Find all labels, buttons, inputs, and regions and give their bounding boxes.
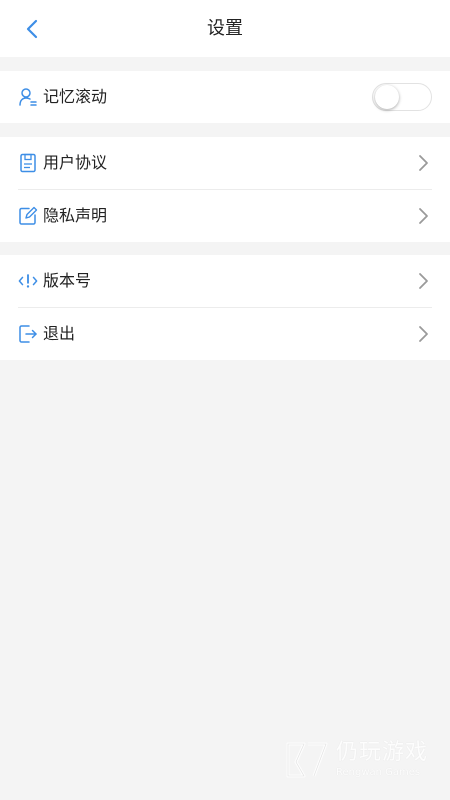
chevron-right-icon	[419, 155, 428, 171]
logout-label: 退出	[43, 324, 76, 343]
settings-group-memory: 记忆滚动	[0, 71, 450, 123]
user-icon	[18, 87, 38, 107]
memory-scroll-row: 记忆滚动	[0, 71, 450, 123]
memory-scroll-label: 记忆滚动	[43, 87, 108, 106]
settings-group-app: 版本号 退出	[0, 255, 450, 360]
watermark-logo-icon	[286, 742, 328, 778]
logout-row[interactable]: 退出	[0, 308, 450, 360]
toggle-knob	[375, 85, 399, 109]
chevron-right-icon	[419, 273, 428, 289]
watermark-name-cn: 仍玩游戏	[335, 740, 428, 765]
watermark-name-en: Rengwan Games	[335, 767, 421, 778]
code-icon	[18, 271, 38, 291]
edit-icon	[18, 206, 38, 226]
watermark: 仍玩游戏 Rengwan Games	[284, 740, 428, 780]
chevron-right-icon	[419, 326, 428, 342]
watermark-text: 仍玩游戏 Rengwan Games	[336, 740, 428, 780]
logout-icon	[18, 324, 38, 344]
settings-screen: 设置 记忆滚动 用户协议 隐私声明 版本号 退出 仍玩游戏 Rengwan Ga…	[0, 0, 450, 800]
settings-group-legal: 用户协议 隐私声明	[0, 137, 450, 242]
user-agreement-label: 用户协议	[43, 153, 108, 172]
page-title: 设置	[207, 18, 243, 39]
user-agreement-row[interactable]: 用户协议	[0, 137, 450, 189]
privacy-statement-label: 隐私声明	[43, 206, 108, 225]
version-row[interactable]: 版本号	[0, 255, 450, 307]
version-label: 版本号	[43, 271, 92, 290]
chevron-right-icon	[419, 208, 428, 224]
privacy-statement-row[interactable]: 隐私声明	[0, 190, 450, 242]
memory-scroll-toggle[interactable]	[372, 83, 432, 111]
document-icon	[18, 153, 38, 173]
nav-bar: 设置	[0, 0, 450, 57]
